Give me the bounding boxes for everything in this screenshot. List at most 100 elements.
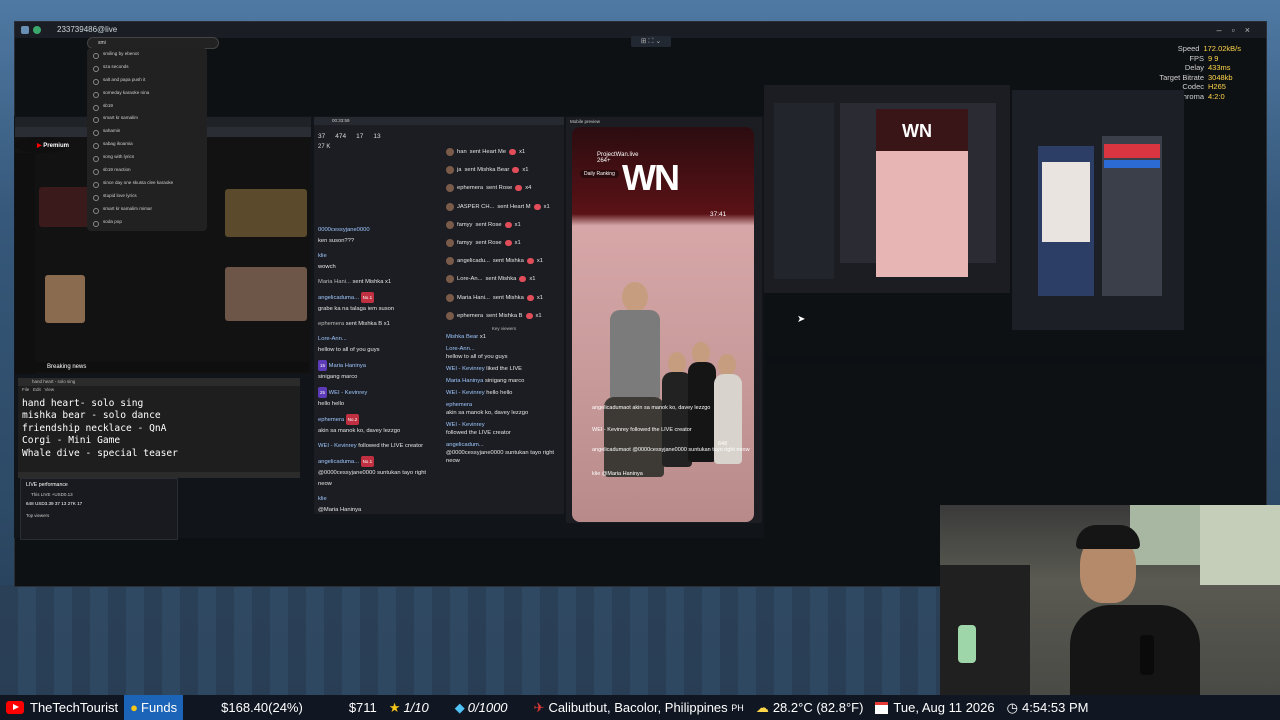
suggestion-item[interactable]: sza seconds <box>87 61 207 74</box>
chat-message: Mishka Bear x1 <box>446 333 486 340</box>
stream-video <box>592 282 742 492</box>
second-app-window[interactable] <box>1012 90 1184 330</box>
stream-timer: 37:41 <box>710 211 727 218</box>
weather-icon: ☁ <box>755 699 769 715</box>
pin-icon: ✈ <box>533 699 545 715</box>
counter: 17 <box>356 133 364 140</box>
suggestion-item[interactable]: smart kr samalim mimar <box>87 203 207 216</box>
remote-toolbar[interactable]: ⊞ ⛶ ⌄ <box>631 36 671 47</box>
stream-logo: WN <box>622 157 680 198</box>
suggestion-item[interactable]: stupid love lyrics <box>87 190 207 203</box>
diamond-icon: ◆ <box>454 699 465 715</box>
chat-message: 15 Maria Haninya sinigang marco <box>318 360 434 383</box>
chat-messages[interactable]: 0000cessyjane0000 ken suson??? klie wowch … <box>318 225 434 520</box>
star-icon: ★ <box>388 699 401 715</box>
date-segment: Tue, Aug 11 2026 <box>869 695 1000 720</box>
overlay-message: klie @Maria Haninya <box>592 471 643 477</box>
gift-row: ja sent Mishka Bear x1 <box>446 161 562 179</box>
chat-message: angelicadum... @0000cessyjane0000 suntuka… <box>446 441 555 464</box>
stat-value: H265 <box>1208 82 1226 92</box>
app-icon <box>21 26 29 34</box>
gems-segment: ◆ 0/1000 <box>454 699 508 716</box>
video-thumbnail[interactable] <box>45 275 85 323</box>
chat-message: angelicaduma... No.1 @0000cessyjane0000 s… <box>318 456 434 490</box>
microphone <box>1140 635 1154 675</box>
clock-icon: ◷ <box>1006 699 1018 715</box>
stat-label: Delay <box>1184 63 1204 73</box>
remote-taskbar[interactable] <box>766 355 1263 362</box>
suggestion-item[interactable]: soda pop <box>87 216 207 229</box>
streamer-body <box>1070 605 1200 695</box>
stat-value: 4:2:0 <box>1208 91 1225 101</box>
gift-row: han sent Heart Me x1 <box>446 143 562 161</box>
goal-counter: 648 <box>718 441 728 447</box>
note-line: Whale dive - special teaser <box>22 447 178 459</box>
channel-name: TheTechTourist <box>30 700 119 715</box>
suggestion-item[interactable]: since day one skusta clee karaoke <box>87 177 207 190</box>
bottle <box>958 625 976 663</box>
stat-label: Speed <box>1177 44 1200 53</box>
chat-message: 0000cessyjane0000 ken suson??? <box>318 227 370 244</box>
note-line: hand heart- solo sing <box>22 398 144 409</box>
youtube-logo[interactable]: ▶ Premium <box>37 142 69 149</box>
suggestion-item[interactable]: song with lyrics <box>87 151 207 164</box>
top-viewers-tab[interactable]: Top viewers <box>21 509 177 522</box>
daily-ranking-badge[interactable]: Daily Ranking <box>580 170 619 178</box>
youtube-header: ▶ Premium <box>15 137 69 153</box>
phone-preview[interactable]: ProjectWan.live 264+ Daily Ranking WN 37:… <box>572 127 754 522</box>
window-background <box>1130 505 1200 565</box>
chat-counters: 37 474 17 13 <box>314 125 440 140</box>
notepad-titlebar[interactable]: hand heart - solo sing <box>18 378 300 386</box>
gift-feed[interactable]: han sent Heart Me x1 ja sent Mishka Bear x… <box>446 143 562 469</box>
overlay-message: WEI - Kevinrey followed the LIVE creator <box>592 427 692 433</box>
notepad-window[interactable]: hand heart - solo sing File Edit View ha… <box>18 378 300 478</box>
chat-message: angelicaduma... No.1 grabe ka na talaga i… <box>318 292 434 315</box>
stat-value: 172.02kB/s <box>1203 44 1241 53</box>
panel-title: Mobile preview <box>570 119 601 124</box>
obs-window[interactable]: WN <box>764 85 1010 293</box>
notepad-menu[interactable]: File Edit View <box>18 386 300 394</box>
live-performance-panel[interactable]: LIVE performance This LIVE +USD0.13 648 … <box>20 478 178 540</box>
chat-timer: 00:33:59 <box>314 117 564 125</box>
stream-ticker: TheTechTourist ● Funds $168.40(24%) $711 … <box>0 695 1280 720</box>
suggestion-item[interactable]: smart kr samalim <box>87 112 207 125</box>
streamer-cap <box>1076 525 1140 549</box>
youtube-sidebar[interactable] <box>15 153 35 374</box>
video-thumbnail[interactable] <box>225 189 307 237</box>
counter: 37 <box>318 133 326 140</box>
gift-row: famyy sent Rose x1 <box>446 216 562 234</box>
suggestion-item[interactable]: sahamin <box>87 125 207 138</box>
video-thumbnail[interactable] <box>225 267 307 321</box>
suggestion-item[interactable]: sabag ikoamia <box>87 138 207 151</box>
suggestion-item[interactable]: sb19 <box>87 100 207 113</box>
obs-preview-video <box>876 151 968 277</box>
record-button[interactable] <box>1104 144 1160 158</box>
suggestion-item[interactable]: salt and papa push it <box>87 74 207 87</box>
stat-value: 433ms <box>1208 63 1231 73</box>
action-button[interactable] <box>1104 160 1160 168</box>
search-suggestions[interactable]: smiling by ebenot sza seconds salt and p… <box>87 48 207 231</box>
video-thumbnail[interactable] <box>39 187 94 227</box>
mouse-cursor-icon: ➤ <box>797 314 806 325</box>
coin-icon: ● <box>130 700 139 715</box>
calendar-icon <box>875 701 889 714</box>
obs-sources-panel[interactable] <box>774 103 834 279</box>
suggestion-item[interactable]: someday karaoke nina <box>87 87 207 100</box>
gift-row: Lore-An... sent Mishka x1 <box>446 270 562 288</box>
gift-row: famyy sent Rose x1 <box>446 234 562 252</box>
chat-message: Maria Haninya sinigang marco <box>446 377 525 384</box>
chat-message: klie @Maria Haninya <box>318 496 362 513</box>
chat-message: klie wowch <box>318 253 336 270</box>
live-chat-panel[interactable]: 00:33:59 37 474 17 13 27 K 0000cessyjane… <box>314 117 564 514</box>
suggestion-item[interactable]: sb19 reaction <box>87 164 207 177</box>
gift-row: ephemera sent Rose x4 <box>446 179 562 197</box>
suggestion-item[interactable]: smiling by ebenot <box>87 48 207 61</box>
youtube-icon <box>6 701 24 714</box>
chat-message: WEI - Kevinrey hello hello <box>446 389 513 396</box>
shield-icon <box>33 26 41 34</box>
live-earnings: This LIVE +USD0.13 <box>31 492 73 497</box>
chat-message: WEI - Kevinrey liked the LIVE <box>446 365 523 372</box>
app-image <box>1042 162 1090 242</box>
chat-message: 25 WEI - Kevinrey hello hello <box>318 387 434 410</box>
notepad-text[interactable]: hand heart- solo sing mishka bear - solo… <box>18 394 300 460</box>
